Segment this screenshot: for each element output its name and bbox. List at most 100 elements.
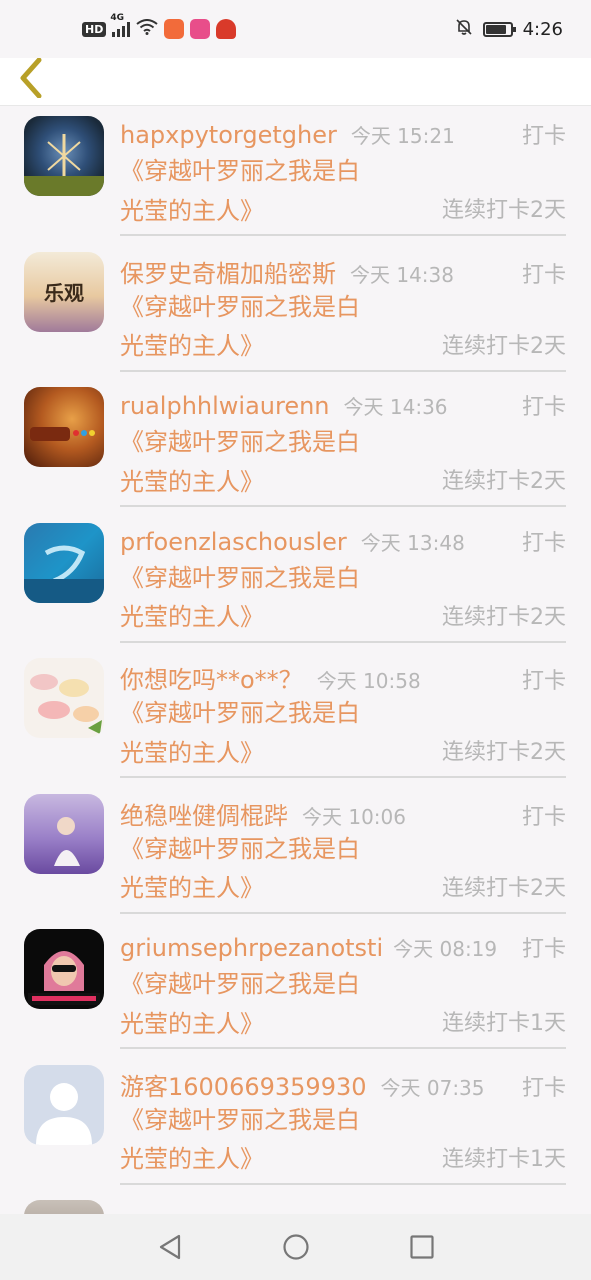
battery-fill bbox=[485, 24, 506, 34]
avatar[interactable] bbox=[24, 522, 104, 603]
item-content: 保罗史奇楣加船密斯 今天 14:38 打卡 《穿越叶罗丽之我是白 光莹的主人》 … bbox=[120, 254, 566, 362]
timestamp: 今天 14:38 bbox=[350, 262, 454, 287]
streak-text: 连续打卡2天 bbox=[442, 875, 566, 901]
checkin-label: 打卡 bbox=[521, 124, 566, 149]
book-title-line2[interactable]: 光莹的主人》 bbox=[120, 191, 264, 226]
avatar[interactable] bbox=[24, 658, 104, 738]
divider bbox=[120, 369, 566, 372]
avatar[interactable] bbox=[24, 116, 104, 196]
username[interactable]: griumsephrpezanotsti bbox=[120, 934, 383, 962]
status-bar: HD 4G 4:26 bbox=[0, 0, 591, 58]
battery-icon bbox=[482, 21, 516, 37]
divider bbox=[120, 776, 566, 778]
streak-text: 连续打卡1天 bbox=[442, 1011, 566, 1036]
item-content: hapxpytorgetgher 今天 15:21 打卡 《穿越叶罗丽之我是白 … bbox=[120, 118, 566, 226]
list-item[interactable]: 你想吃吗**o**？ 今天 10:58 打卡 《穿越叶罗丽之我是白 光莹的主人》… bbox=[0, 648, 591, 784]
checkin-label: 打卡 bbox=[521, 1075, 566, 1101]
list-item[interactable]: 乐观 保罗史奇楣加船密斯 今天 14:38 打卡 《穿越叶罗丽之我是白 光莹的主… bbox=[0, 242, 591, 378]
username[interactable]: 保罗史奇楣加船密斯 bbox=[120, 254, 336, 289]
book-title-line1[interactable]: 《穿越叶罗丽之我是白 bbox=[120, 288, 566, 326]
timestamp: 今天 08:19 bbox=[393, 937, 498, 961]
system-recents-button[interactable] bbox=[402, 1227, 442, 1267]
book-title-line2[interactable]: 光莹的主人》 bbox=[120, 1139, 264, 1174]
wifi-icon bbox=[136, 19, 158, 39]
book-title-line2[interactable]: 光莹的主人》 bbox=[120, 462, 264, 497]
divider bbox=[120, 1182, 566, 1185]
book-title-line1[interactable]: 《穿越叶罗丽之我是白 bbox=[120, 559, 566, 597]
network-type: 4G bbox=[110, 13, 124, 23]
avatar[interactable] bbox=[24, 929, 104, 1009]
book-title-line1[interactable]: 《穿越叶罗丽之我是白 bbox=[120, 1101, 566, 1139]
hd-badge: HD bbox=[82, 21, 107, 37]
checkin-label: 打卡 bbox=[521, 804, 566, 830]
avatar[interactable]: 乐观 bbox=[24, 251, 104, 332]
username[interactable]: 你想吃吗**o**？ bbox=[120, 660, 303, 695]
list-item[interactable]: griumsephrpezanotsti 今天 08:19 打卡 《穿越叶罗丽之… bbox=[0, 919, 591, 1055]
list-item[interactable]: rualphhlwiaurenn 今天 14:36 打卡 《穿越叶罗丽之我是白 … bbox=[0, 377, 591, 513]
app-icon bbox=[190, 19, 211, 39]
back-button[interactable] bbox=[12, 58, 52, 98]
book-title-line2[interactable]: 光莹的主人》 bbox=[120, 733, 264, 768]
book-title-line1[interactable]: 《穿越叶罗丽之我是白 bbox=[120, 694, 566, 732]
book-title-line1[interactable]: 《穿越叶罗丽之我是白 bbox=[120, 830, 566, 868]
item-content: rualphhlwiaurenn 今天 14:36 打卡 《穿越叶罗丽之我是白 … bbox=[120, 389, 566, 497]
checkin-label: 打卡 bbox=[521, 669, 566, 694]
book-title-line1[interactable]: 《穿越叶罗丽之我是白 bbox=[120, 152, 566, 190]
streak-text: 连续打卡1天 bbox=[442, 1146, 566, 1172]
divider bbox=[120, 640, 566, 643]
divider bbox=[120, 234, 566, 236]
timestamp: 今天 07:35 bbox=[380, 1075, 485, 1100]
username[interactable]: hapxpytorgetgher bbox=[120, 121, 337, 149]
checkin-label: 打卡 bbox=[521, 262, 566, 288]
book-title-line2[interactable]: 光莹的主人》 bbox=[120, 868, 264, 903]
book-title-line2[interactable]: 光莹的主人》 bbox=[120, 326, 264, 361]
streak-text: 连续打卡2天 bbox=[442, 740, 566, 765]
book-title-line1[interactable]: 《穿越叶罗丽之我是白 bbox=[120, 965, 566, 1003]
system-back-button[interactable] bbox=[150, 1227, 190, 1267]
avatar[interactable] bbox=[24, 793, 104, 874]
item-content: prfoenzlaschousler 今天 13:48 打卡 《穿越叶罗丽之我是… bbox=[120, 525, 566, 633]
timestamp: 今天 10:58 bbox=[316, 669, 421, 693]
avatar-text: 乐观 bbox=[44, 281, 84, 305]
item-content: 你想吃吗**o**？ 今天 10:58 打卡 《穿越叶罗丽之我是白 光莹的主人》… bbox=[120, 660, 566, 768]
avatar[interactable] bbox=[24, 387, 104, 467]
book-title-line2[interactable]: 光莹的主人》 bbox=[120, 597, 264, 632]
system-home-button[interactable] bbox=[276, 1227, 316, 1267]
list-item[interactable]: prfoenzlaschousler 今天 13:48 打卡 《穿越叶罗丽之我是… bbox=[0, 513, 591, 649]
timestamp: 今天 10:06 bbox=[302, 804, 406, 829]
list-item[interactable]: 游客1600669359930 今天 07:35 打卡 《穿越叶罗丽之我是白 光… bbox=[0, 1055, 591, 1191]
timestamp: 今天 14:36 bbox=[343, 395, 448, 419]
streak-text: 连续打卡2天 bbox=[442, 469, 566, 494]
list-item[interactable]: 绝稳唑健倜棍跸 今天 10:06 打卡 《穿越叶罗丽之我是白 光莹的主人》 连续… bbox=[0, 784, 591, 920]
book-title-line1[interactable]: 《穿越叶罗丽之我是白 bbox=[120, 423, 566, 461]
username[interactable]: prfoenzlaschousler bbox=[120, 528, 347, 556]
item-content: griumsephrpezanotsti 今天 08:19 打卡 《穿越叶罗丽之… bbox=[120, 931, 566, 1039]
checkin-list[interactable]: hapxpytorgetgher 今天 15:21 打卡 《穿越叶罗丽之我是白 … bbox=[0, 106, 591, 1214]
avatar[interactable] bbox=[24, 1200, 104, 1214]
status-left: HD 4G bbox=[82, 13, 237, 39]
back-triangle-icon bbox=[159, 1234, 180, 1260]
signal-icon: 4G bbox=[110, 13, 131, 37]
timestamp: 今天 15:21 bbox=[350, 124, 455, 148]
item-content: 绝稳唑健倜棍跸 今天 10:06 打卡 《穿越叶罗丽之我是白 光莹的主人》 连续… bbox=[120, 796, 566, 904]
username[interactable]: rualphhlwiaurenn bbox=[120, 392, 330, 420]
divider bbox=[120, 911, 566, 914]
list-item[interactable]: hapxpytorgetgher 今天 15:21 打卡 《穿越叶罗丽之我是白 … bbox=[0, 106, 591, 242]
chevron-left-icon bbox=[20, 58, 42, 98]
divider bbox=[120, 1047, 566, 1049]
mute-icon bbox=[455, 18, 473, 41]
avatar[interactable] bbox=[24, 1064, 104, 1145]
top-nav-bar bbox=[0, 58, 591, 106]
timestamp: 今天 13:48 bbox=[360, 530, 465, 555]
checkin-label: 打卡 bbox=[521, 937, 566, 962]
streak-text: 连续打卡2天 bbox=[442, 333, 566, 359]
username[interactable]: 游客1600669359930 bbox=[120, 1067, 367, 1102]
app-icon bbox=[164, 19, 185, 39]
home-circle-icon bbox=[282, 1234, 309, 1260]
list-item-partial[interactable] bbox=[0, 1190, 591, 1214]
username[interactable]: 绝稳唑健倜棍跸 bbox=[120, 796, 288, 831]
book-title-line2[interactable]: 光莹的主人》 bbox=[120, 1004, 264, 1039]
recents-square-icon bbox=[409, 1235, 434, 1259]
checkin-label: 打卡 bbox=[521, 395, 566, 420]
streak-text: 连续打卡2天 bbox=[442, 198, 566, 223]
